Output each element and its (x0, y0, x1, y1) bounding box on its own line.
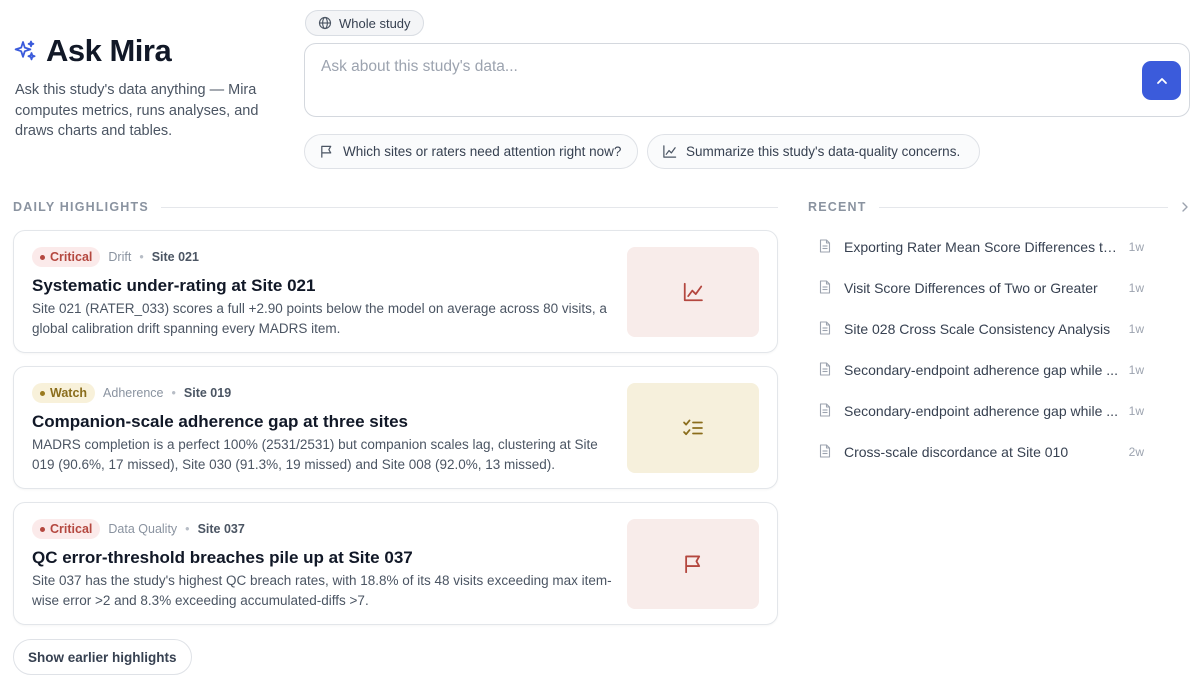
section-title: DAILY HIGHLIGHTS (13, 200, 149, 214)
recent-item[interactable]: Secondary-endpoint adherence gap while .… (808, 390, 1148, 431)
site-label: Site 037 (197, 522, 245, 536)
suggestion-label: Which sites or raters need attention rig… (343, 144, 622, 159)
highlight-card[interactable]: Watch Adherence • Site 019 Companion-sca… (13, 366, 778, 489)
card-title: Companion-scale adherence gap at three s… (32, 412, 409, 431)
flag-icon (319, 144, 334, 159)
card-thumbnail (627, 383, 759, 473)
recent-item[interactable]: Visit Score Differences of Two or Greate… (808, 267, 1148, 308)
chart-line-icon (682, 281, 704, 303)
show-earlier-highlights-button[interactable]: Show earlier highlights (13, 639, 192, 675)
recent-list: Exporting Rater Mean Score Differences t… (808, 226, 1148, 472)
recent-age: 1w (1128, 403, 1144, 418)
card-description: Site 021 (RATER_033) scores a full +2.90… (32, 301, 607, 336)
recent-item[interactable]: Site 028 Cross Scale Consistency Analysi… (808, 308, 1148, 349)
document-icon (819, 361, 833, 378)
document-icon (819, 279, 833, 296)
category-label: Data Quality (108, 522, 178, 536)
card-title: QC error-threshold breaches pile up at S… (32, 548, 413, 567)
scope-label: Whole study (339, 15, 411, 31)
daily-highlights-heading: DAILY HIGHLIGHTS (13, 200, 778, 214)
ask-input[interactable] (321, 58, 1101, 76)
checklist-icon (682, 417, 704, 439)
recent-age: 1w (1128, 280, 1144, 295)
recent-age: 1w (1128, 321, 1144, 336)
sparkle-icon (13, 39, 37, 63)
card-thumbnail (627, 247, 759, 337)
ask-box (304, 43, 1190, 117)
document-icon (819, 443, 833, 460)
globe-icon (318, 16, 332, 30)
recent-age: 1w (1128, 239, 1144, 254)
recent-title: Cross-scale discordance at Site 010 (844, 443, 1069, 460)
recent-title: Site 028 Cross Scale Consistency Analysi… (844, 320, 1111, 337)
recent-heading: RECENT (808, 200, 1190, 214)
card-description: Site 037 has the study's highest QC brea… (32, 573, 612, 608)
highlight-card[interactable]: Critical Drift • Site 021 Systematic und… (13, 230, 778, 353)
chevron-right-icon[interactable] (1180, 201, 1190, 213)
section-title: RECENT (808, 200, 867, 214)
recent-title: Exporting Rater Mean Score Differences t… (844, 238, 1122, 255)
brand: Ask Mira (13, 33, 172, 69)
severity-badge: Critical (32, 247, 101, 267)
document-icon (819, 320, 833, 337)
recent-item[interactable]: Exporting Rater Mean Score Differences t… (808, 226, 1148, 267)
send-button[interactable] (1142, 61, 1181, 100)
flag-icon (682, 553, 704, 575)
suggestion-attention[interactable]: Which sites or raters need attention rig… (304, 134, 638, 169)
site-label: Site 021 (151, 250, 199, 264)
card-title: Systematic under-rating at Site 021 (32, 276, 316, 295)
card-description: MADRS completion is a perfect 100% (2531… (32, 437, 598, 472)
category-label: Adherence (103, 386, 164, 400)
divider (878, 206, 1168, 208)
card-meta: Critical Drift • Site 021 (32, 247, 199, 267)
chevron-up-icon (1155, 74, 1169, 88)
recent-item[interactable]: Cross-scale discordance at Site 010 2w (808, 431, 1148, 472)
recent-age: 2w (1128, 444, 1144, 459)
card-thumbnail (627, 519, 759, 609)
recent-item[interactable]: Secondary-endpoint adherence gap while .… (808, 349, 1148, 390)
chart-line-icon (662, 144, 677, 159)
severity-badge: Critical (32, 519, 101, 539)
document-icon (819, 402, 833, 419)
page-title: Ask Mira (46, 33, 172, 68)
highlight-card[interactable]: Critical Data Quality • Site 037 QC erro… (13, 502, 778, 625)
recent-age: 1w (1128, 362, 1144, 377)
intro-text: Ask this study's data anything — Mira co… (15, 82, 259, 139)
recent-title: Secondary-endpoint adherence gap while .… (844, 402, 1118, 419)
site-label: Site 019 (183, 386, 232, 400)
recent-title: Secondary-endpoint adherence gap while .… (844, 361, 1118, 378)
category-label: Drift (108, 250, 132, 264)
scope-chip[interactable]: Whole study (305, 10, 424, 36)
recent-title: Visit Score Differences of Two or Greate… (844, 279, 1098, 296)
document-icon (819, 238, 833, 255)
severity-badge: Watch (32, 383, 96, 403)
card-meta: Watch Adherence • Site 019 (32, 383, 231, 403)
suggestion-label: Summarize this study's data-quality conc… (686, 144, 961, 159)
card-meta: Critical Data Quality • Site 037 (32, 519, 245, 539)
suggestion-data-quality[interactable]: Summarize this study's data-quality conc… (647, 134, 980, 169)
divider (160, 206, 778, 208)
